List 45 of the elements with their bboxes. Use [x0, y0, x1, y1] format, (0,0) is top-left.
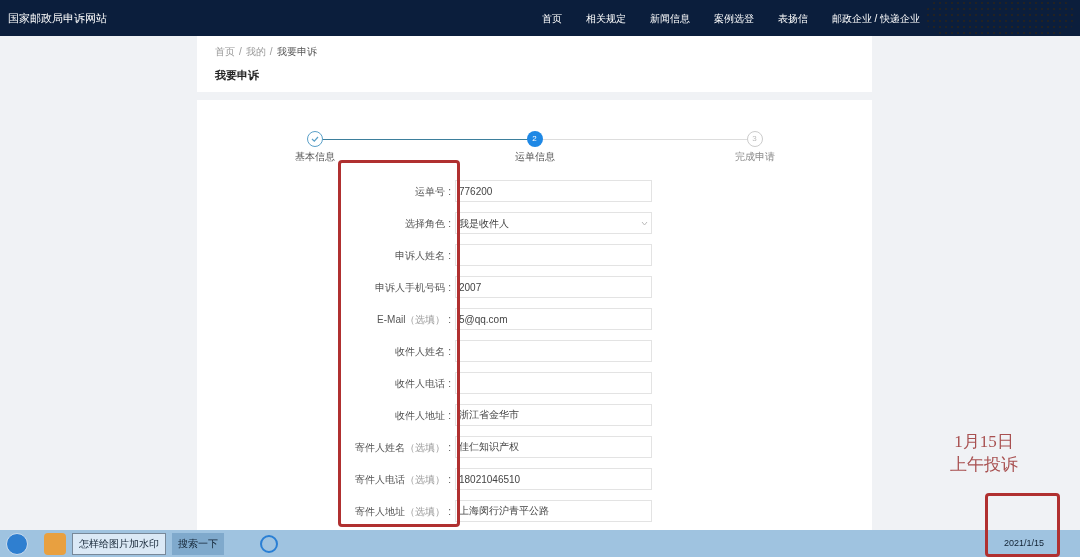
input-field[interactable]	[455, 372, 652, 394]
field-label: 申诉人姓名 :	[394, 248, 452, 263]
input-field[interactable]: 2007	[455, 276, 652, 298]
nav-link[interactable]: 邮政企业 / 快递企业	[831, 10, 920, 26]
field-label: 寄件人姓名（选填） :	[354, 440, 452, 455]
site-title: 国家邮政局申诉网站	[8, 10, 107, 26]
taskbar-item[interactable]: 怎样给图片加水印	[72, 532, 166, 555]
step-label: 完成申请	[734, 150, 775, 164]
taskbar-date: 2021/1/15	[1003, 536, 1044, 550]
breadcrumb-separator: /	[239, 45, 242, 59]
input-field[interactable]: 上海闵行沪青平公路	[455, 500, 652, 522]
field-label: 收件人电话 :	[394, 376, 452, 391]
input-field[interactable]: 18021046510	[455, 468, 652, 490]
input-field[interactable]	[455, 244, 652, 266]
field-label: 申诉人手机号码 :	[374, 280, 452, 295]
input-field[interactable]	[455, 340, 652, 362]
nav-link[interactable]: 首页	[541, 10, 562, 26]
breadcrumb-link[interactable]: 我要申诉	[276, 44, 317, 59]
browser-icon[interactable]	[260, 534, 278, 553]
field-label: 收件人姓名 :	[394, 344, 452, 359]
start-button[interactable]	[6, 532, 28, 555]
nav-link[interactable]: 新闻信息	[649, 10, 690, 26]
input-field[interactable]: 浙江省金华市	[455, 404, 652, 426]
field-label: 选择角色 :	[404, 216, 452, 231]
nav-link[interactable]: 案例选登	[713, 10, 754, 26]
field-label: 收件人地址 :	[394, 408, 452, 423]
breadcrumb-separator: /	[269, 45, 273, 59]
field-label: 寄件人电话（选填） :	[354, 472, 452, 487]
nav-link[interactable]: 相关规定	[585, 10, 626, 26]
step-label: 运单信息	[514, 150, 555, 164]
step-label: 基本信息	[294, 150, 335, 164]
taskbar-item[interactable]: 搜索一下	[172, 532, 224, 555]
nav-link[interactable]: 表扬信	[777, 10, 808, 26]
input-field[interactable]: 5@qq.com	[455, 308, 652, 330]
page-title: 我要申诉	[215, 68, 260, 83]
chevron-down-icon	[641, 220, 648, 226]
field-label: 寄件人地址（选填） :	[354, 504, 452, 519]
app-icon[interactable]	[44, 532, 66, 555]
role-select[interactable]: 我是收件人	[455, 212, 652, 234]
step-number: 2	[526, 131, 543, 147]
field-label: 运单号 :	[414, 184, 452, 199]
annotation-text: 上午投诉	[950, 454, 1018, 476]
input-field[interactable]: 776200	[455, 180, 652, 202]
field-label: E-Mail（选填） :	[376, 312, 452, 327]
annotation-text: 1月15日	[954, 431, 1014, 453]
